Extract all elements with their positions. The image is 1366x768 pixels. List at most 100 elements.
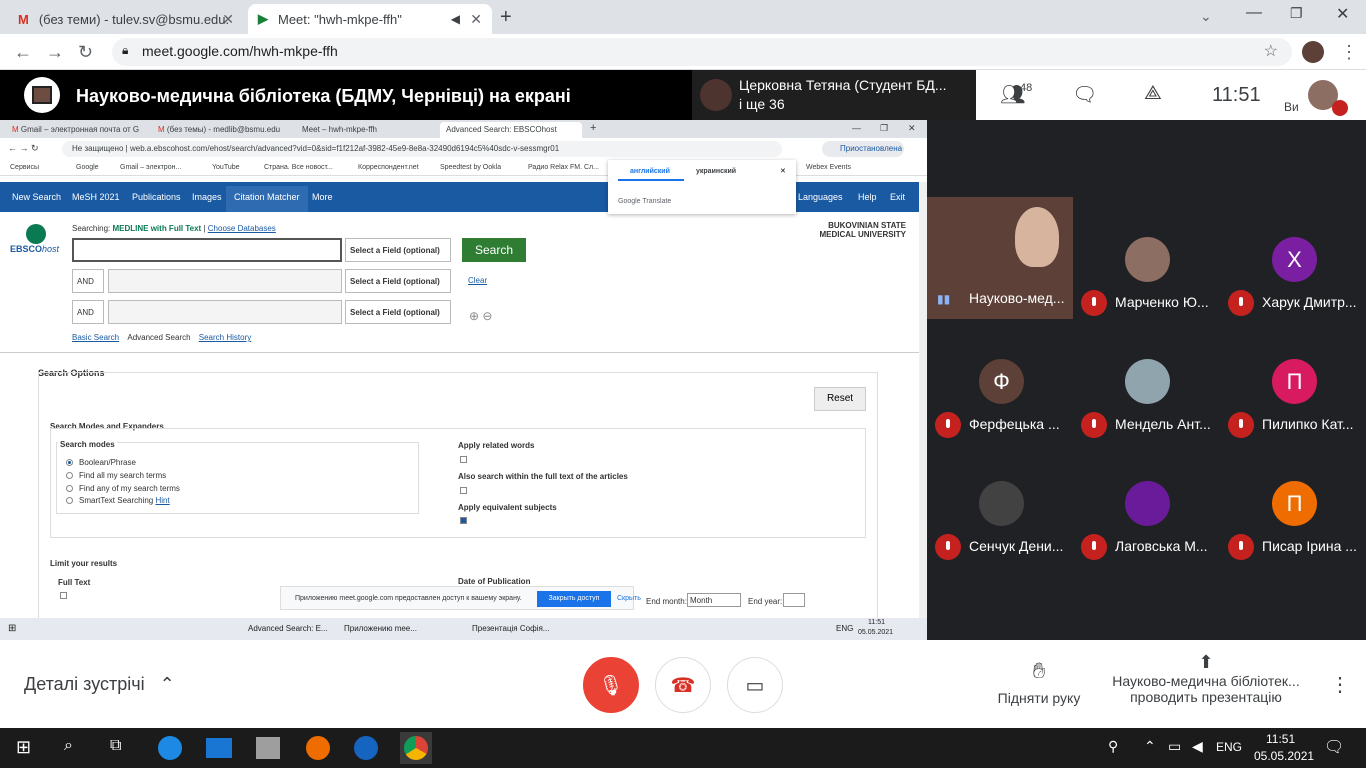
- participant-tile-0[interactable]: ▮▮ Науково-мед...: [927, 197, 1073, 319]
- mail-icon[interactable]: [206, 738, 232, 758]
- end-year-input: [783, 593, 805, 607]
- lock-icon: 🔒︎: [122, 43, 129, 57]
- close-access-button: Закрыть доступ: [537, 591, 611, 607]
- new-tab-button[interactable]: +: [500, 6, 512, 29]
- mic-off-icon: [1228, 412, 1254, 438]
- app-icon-2[interactable]: [306, 736, 330, 760]
- close-icon[interactable]: ✕: [470, 11, 482, 28]
- translate-underline: [618, 179, 684, 181]
- raise-hand-button[interactable]: ✋︎ Підняти руку: [994, 658, 1084, 706]
- participant-tile-7[interactable]: Лаговська М...: [1073, 441, 1219, 563]
- nav-item-active: Citation Matcher: [226, 186, 308, 212]
- mic-toggle-button[interactable]: 🎙︎: [583, 657, 639, 713]
- bookmark: Сервисы: [10, 164, 40, 171]
- participant-tile-5[interactable]: П Пилипко Кат...: [1220, 319, 1366, 441]
- tab-gmail[interactable]: M (без теми) - tulev.sv@bsmu.edu. ✕: [8, 4, 244, 34]
- full-text-checkbox: [60, 592, 67, 599]
- url-field[interactable]: 🔒︎ meet.google.com/hwh-mkpe-ffh ☆: [112, 38, 1292, 66]
- chevron-up-icon: ⌃: [159, 674, 175, 694]
- notification-icon[interactable]: 🗨︎: [1324, 737, 1344, 757]
- chevron-up-icon[interactable]: ⌃: [1144, 738, 1156, 755]
- participant-tile-2[interactable]: Х Харук Дмитр...: [1220, 197, 1366, 319]
- participant-tile-6[interactable]: Сенчук Дени...: [927, 441, 1073, 563]
- close-window-button[interactable]: ✕: [1336, 4, 1349, 24]
- tab-search-icon[interactable]: ⌄: [1200, 8, 1212, 25]
- also-search-checkbox: [460, 487, 467, 494]
- select-field-3: Select a Field (optional): [345, 300, 451, 324]
- search-input-1: [72, 238, 342, 262]
- forward-icon[interactable]: →: [46, 42, 64, 63]
- task-view-icon[interactable]: ⧉: [110, 737, 121, 755]
- database-name: MEDLINE with Full Text: [112, 224, 202, 233]
- participant-avatar: Ф: [979, 359, 1024, 404]
- raise-hand-label: Підняти руку: [997, 690, 1081, 706]
- apply-equiv-label: Apply equivalent subjects: [458, 503, 557, 512]
- also-search-label: Also search within the full text of the …: [458, 472, 628, 481]
- institution-line1: BUKOVINIAN STATE: [828, 221, 906, 230]
- present-icon: ⬆︎: [1198, 652, 1214, 672]
- participant-tile-8[interactable]: П Писар Ірина ...: [1220, 441, 1366, 563]
- edge-icon-2[interactable]: [354, 736, 378, 760]
- mic-off-icon: 🎙︎: [598, 674, 624, 697]
- nav-item: MeSH 2021: [72, 192, 120, 202]
- inner-url-field: Не защищено | web.a.ebscohost.com/ehost/…: [62, 141, 782, 157]
- featured-participant[interactable]: Церковна Тетяна (Студент БД... і ще 36: [692, 70, 976, 120]
- presenting-button[interactable]: ⬆︎ Науково-медична бібліотек... проводит…: [1106, 652, 1306, 705]
- clear-link: Clear: [468, 276, 488, 285]
- chrome-taskbar-item[interactable]: [400, 732, 432, 764]
- menu-icon[interactable]: ⋮: [1340, 42, 1358, 63]
- inner-taskbar-item: Презентація Софія...: [472, 624, 550, 633]
- people-icon[interactable]: ⚲: [1108, 738, 1118, 755]
- reload-icon[interactable]: ↻: [78, 42, 93, 63]
- date-pub-label: Date of Publication: [458, 577, 531, 586]
- system-date[interactable]: 05.05.2021: [1254, 749, 1314, 763]
- edge-icon[interactable]: [158, 736, 182, 760]
- bookmark: Speedtest by Ookla: [440, 164, 502, 171]
- speaker-icon[interactable]: ◀︎: [451, 12, 460, 26]
- leave-call-button[interactable]: ☎︎: [655, 657, 711, 713]
- bookmark: Gmail – электрон...: [120, 164, 182, 171]
- windows-start-icon[interactable]: ⊞: [16, 737, 31, 758]
- inner-new-tab: +: [590, 122, 597, 134]
- search-type-links: Basic Search Advanced Search Search Hist…: [72, 333, 251, 342]
- inner-tab: M (без темы) - medlib@bsmu.edu: [158, 125, 281, 134]
- camera-toggle-button[interactable]: ▭: [727, 657, 783, 713]
- restore-button[interactable]: ❐: [1290, 5, 1303, 22]
- network-icon[interactable]: ▭: [1168, 738, 1181, 755]
- profile-avatar[interactable]: [1302, 41, 1324, 63]
- inner-tab-label: Gmail – электронная почта от G: [20, 125, 140, 134]
- translate-lang1: английский: [630, 168, 670, 175]
- minimize-button[interactable]: —: [1246, 4, 1262, 22]
- system-time[interactable]: 11:51: [1266, 732, 1295, 746]
- app-icon[interactable]: [256, 737, 280, 759]
- choose-databases-link: Choose Databases: [207, 224, 276, 233]
- inner-lang: ENG: [836, 624, 854, 633]
- bookmark: YouTube: [212, 164, 240, 171]
- inner-time: 11:51: [868, 619, 885, 626]
- featured-avatar: [700, 79, 732, 111]
- participant-tile-4[interactable]: Мендель Ант...: [1073, 319, 1219, 441]
- language-indicator[interactable]: ENG: [1216, 740, 1242, 754]
- participant-tile-1[interactable]: Марченко Ю...: [1073, 197, 1219, 319]
- star-icon[interactable]: ☆: [1264, 41, 1278, 61]
- participant-tile-3[interactable]: Ф Ферфецька ...: [927, 319, 1073, 441]
- tab-meet[interactable]: ▶ Meet: "hwh-mkpe-ffh" ◀︎ ✕: [248, 4, 492, 34]
- apply-related-label: Apply related words: [458, 441, 535, 450]
- activities-icon[interactable]: ⟁: [1144, 82, 1162, 105]
- chat-icon[interactable]: 🗨︎: [1072, 82, 1097, 107]
- search-icon[interactable]: ⌕: [64, 737, 73, 755]
- inner-tab: Meet – hwh-mkpe-ffh: [296, 122, 383, 138]
- meeting-details-button[interactable]: Деталі зустрічі ⌃: [24, 674, 175, 695]
- back-icon[interactable]: ←: [14, 42, 32, 63]
- inner-taskbar-item: Приложению mee...: [344, 624, 417, 633]
- search-history-link: Search History: [198, 333, 252, 342]
- address-toolbar: ← → ↻ 🔒︎ meet.google.com/hwh-mkpe-ffh ☆ …: [0, 34, 1366, 70]
- more-options-icon[interactable]: ⋮: [1330, 672, 1350, 697]
- bookmark: Корреспондент.net: [358, 164, 419, 171]
- presenter-line2: проводить презентацію: [1130, 689, 1282, 705]
- close-icon[interactable]: ✕: [222, 11, 234, 28]
- inner-minimize: —: [852, 123, 861, 133]
- participant-avatar: П: [1272, 359, 1317, 404]
- participant-name: Ферфецька ...: [969, 416, 1060, 432]
- volume-icon[interactable]: ◀︎: [1192, 738, 1203, 755]
